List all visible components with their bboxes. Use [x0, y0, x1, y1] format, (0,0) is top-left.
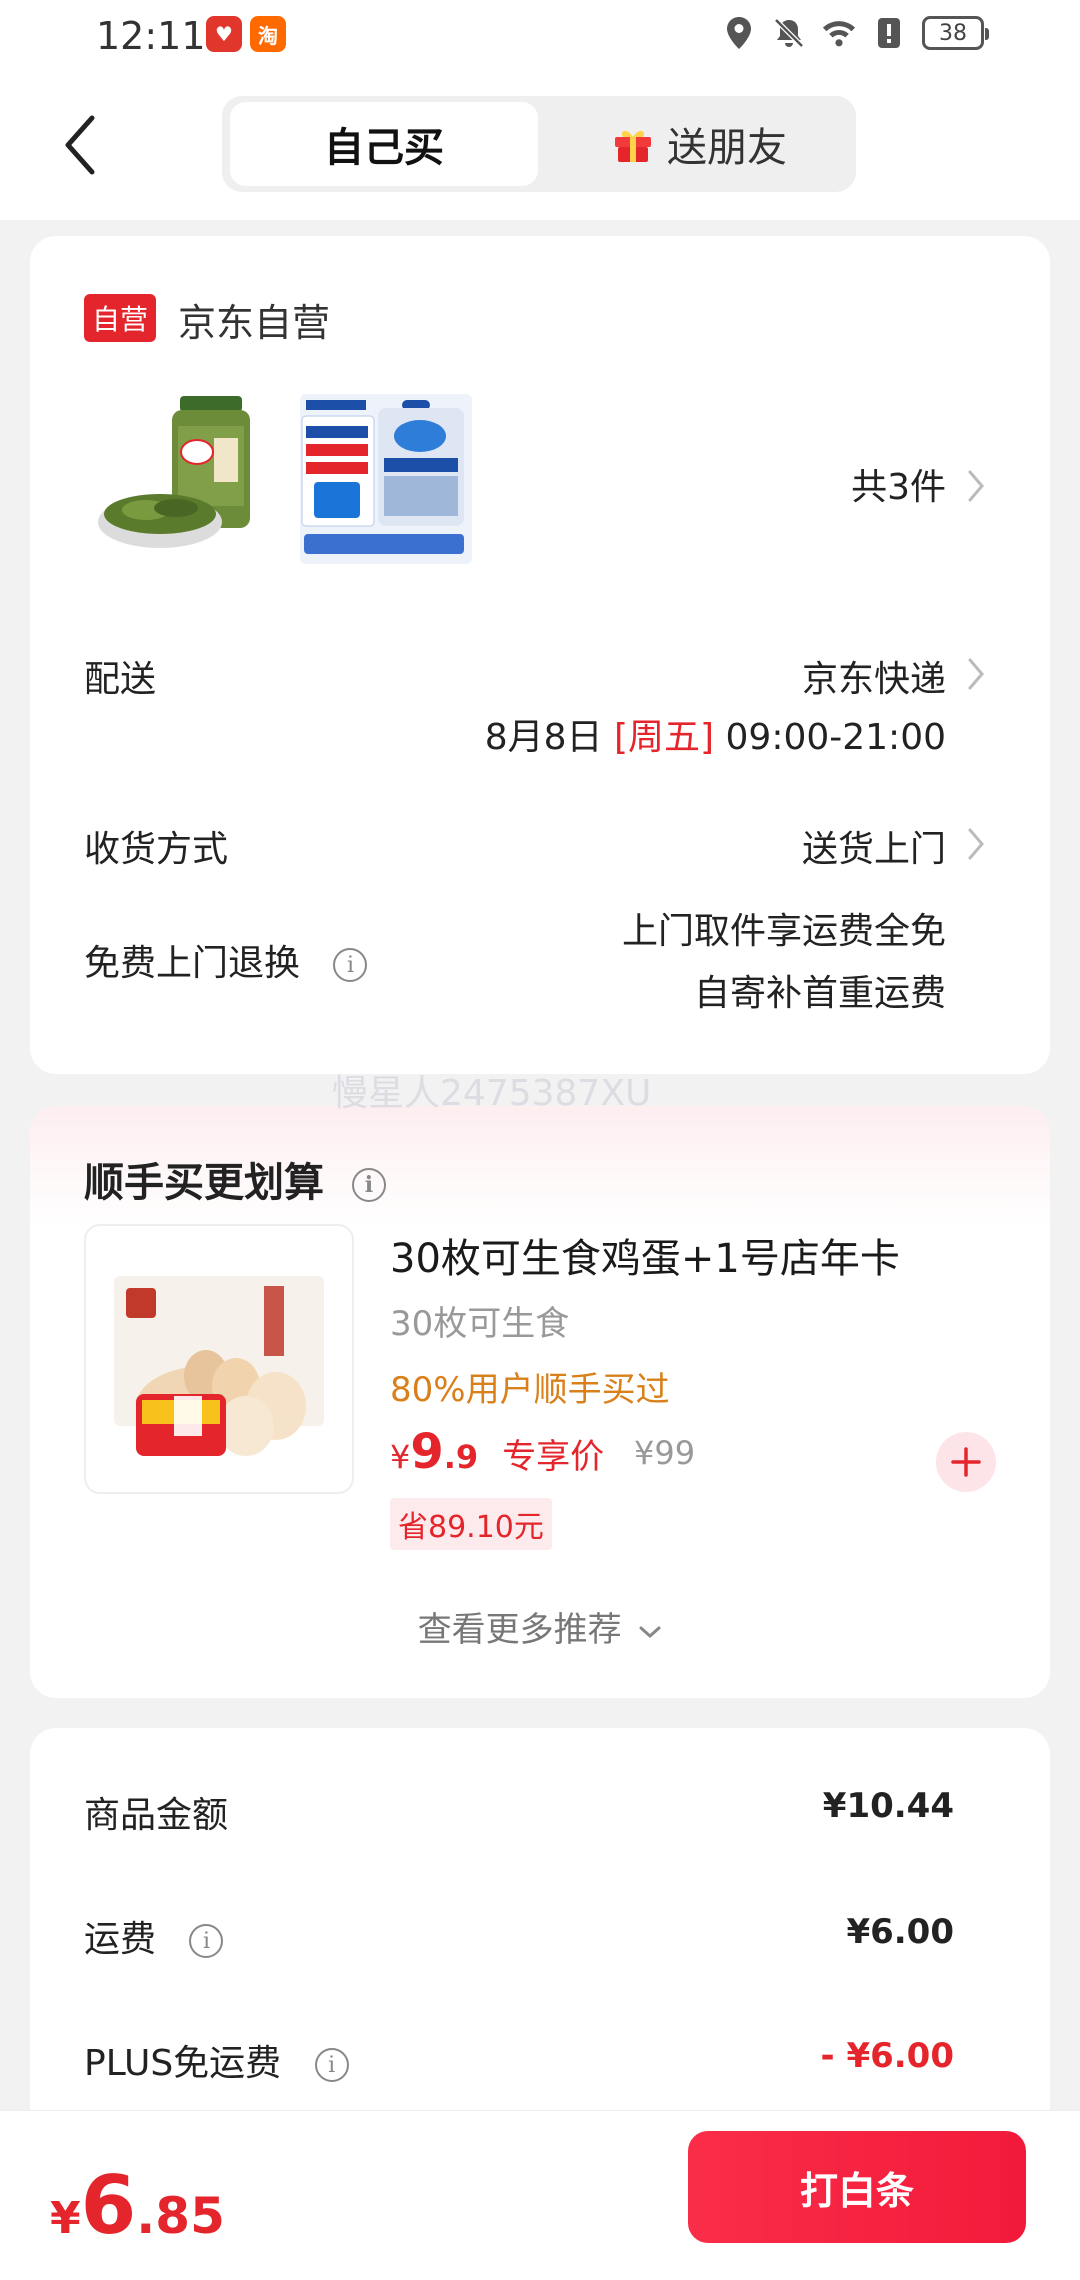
- total-price: ¥ 6 .85: [50, 2159, 225, 2252]
- taobao-notification-icon: 淘: [250, 16, 286, 52]
- battery-indicator: 38: [922, 16, 989, 50]
- goods-amount-value: ¥10.44: [822, 1786, 954, 1826]
- product-image-salt[interactable]: [292, 386, 472, 566]
- free-return-line2: 自寄补首重运费: [693, 973, 946, 1014]
- free-return-line1: 上门取件享运费全免: [621, 911, 946, 952]
- info-icon[interactable]: i: [333, 948, 368, 982]
- chevron-right-icon: [968, 658, 984, 690]
- plus-free-shipping-value: - ¥6.00: [820, 2036, 955, 2076]
- price-tag: 专享价: [502, 1437, 605, 1477]
- delivery-date: 8月8日: [484, 717, 603, 758]
- checkout-bar: ¥ 6 .85 打白条: [0, 2110, 1080, 2280]
- free-return-label: 免费上门退换: [84, 943, 301, 984]
- goods-amount-label: 商品金额: [84, 1795, 229, 1836]
- receive-method-label: 收货方式: [84, 829, 229, 870]
- delivery-time[interactable]: 8月8日 [周五] 09:00-21:00: [485, 708, 946, 760]
- delivery-label: 配送: [84, 659, 157, 700]
- add-to-order-button[interactable]: [936, 1432, 996, 1492]
- shop-name: 京东自营: [178, 301, 331, 345]
- tab-label: 送朋友: [667, 125, 787, 171]
- recommend-title: 顺手买更划算: [84, 1160, 324, 1206]
- savings-badge: 省89.10元: [390, 1498, 552, 1550]
- total-decimal: .85: [136, 2187, 225, 2245]
- plus-free-shipping-row: PLUS免运费 i: [84, 2034, 349, 2086]
- info-icon[interactable]: i: [189, 1924, 224, 1958]
- free-return-row: 免费上门退换 i: [84, 934, 368, 986]
- status-icons: 38: [722, 14, 989, 52]
- info-icon[interactable]: i: [351, 1168, 386, 1202]
- price-currency: ¥: [390, 1438, 411, 1476]
- item-count[interactable]: 共3件: [851, 458, 946, 510]
- back-button[interactable]: [48, 110, 112, 180]
- recommend-product-subtitle: 30枚可生食: [390, 1304, 570, 1344]
- recommend-title-row: 顺手买更划算 i: [84, 1150, 386, 1208]
- plus-free-shipping-label: PLUS免运费: [84, 2043, 282, 2084]
- pay-button[interactable]: 打白条: [688, 2131, 1026, 2243]
- tab-gift-to-friend[interactable]: 送朋友: [552, 102, 848, 186]
- chevron-down-icon: [639, 1626, 661, 1638]
- plus-icon: [951, 1447, 981, 1477]
- product-image-jar[interactable]: [94, 386, 274, 566]
- delivery-weekday: [周五]: [613, 717, 715, 758]
- more-recommendations-link[interactable]: 查看更多推荐: [30, 1602, 1050, 1651]
- delivery-carrier[interactable]: 京东快递: [802, 650, 946, 702]
- back-arrow-icon: [65, 115, 95, 175]
- total-currency: ¥: [50, 2193, 81, 2244]
- wifi-icon: [822, 14, 856, 52]
- original-price: ¥99: [634, 1434, 696, 1472]
- tab-label: 自己买: [324, 125, 444, 171]
- receive-method-value[interactable]: 送货上门: [802, 820, 946, 872]
- status-time: 12:11: [96, 14, 206, 58]
- order-card: 自营 京东自营 共3件 配送 京东快递 8月8日 [周五] 09:00-21:0…: [30, 236, 1050, 1074]
- sim-alert-icon: [872, 14, 906, 52]
- self-operated-badge: 自营: [84, 294, 157, 342]
- header: 自己买 送朋友: [0, 72, 1080, 220]
- mute-bell-icon: [772, 14, 806, 52]
- recommend-price: ¥ 9 .9 专享价: [390, 1424, 604, 1480]
- app-notification-icon: ♥: [206, 16, 242, 52]
- more-recommendations-label: 查看更多推荐: [417, 1610, 622, 1650]
- price-integer: 9: [410, 1424, 444, 1480]
- location-icon: [722, 14, 756, 52]
- total-integer: 6: [80, 2159, 137, 2252]
- recommend-bought-rate: 80%用户顺手买过: [390, 1370, 670, 1410]
- chevron-right-icon: [968, 470, 984, 502]
- status-bar: 12:11 ♥ 淘 38: [0, 0, 1080, 72]
- price-decimal: .9: [443, 1438, 479, 1476]
- gift-icon: [613, 125, 653, 163]
- watermark: 慢星人2475387XU: [332, 1073, 652, 1114]
- purchase-mode-switch: 自己买 送朋友: [222, 96, 856, 192]
- shipping-fee-label: 运费: [84, 1919, 157, 1960]
- info-icon[interactable]: i: [314, 2048, 349, 2082]
- shipping-fee-value: ¥6.00: [846, 1912, 954, 1952]
- recommend-card: 顺手买更划算 i 30枚可生食鸡蛋+1号店年卡 30枚可生食 80%用户顺手买过…: [30, 1106, 1050, 1698]
- recommend-product-image[interactable]: [84, 1224, 354, 1494]
- delivery-window: 09:00-21:00: [725, 717, 946, 758]
- recommend-product-name[interactable]: 30枚可生食鸡蛋+1号店年卡: [390, 1226, 900, 1284]
- tab-buy-for-self[interactable]: 自己买: [230, 102, 538, 186]
- chevron-right-icon: [968, 828, 984, 860]
- shipping-fee-row: 运费 i: [84, 1910, 224, 1962]
